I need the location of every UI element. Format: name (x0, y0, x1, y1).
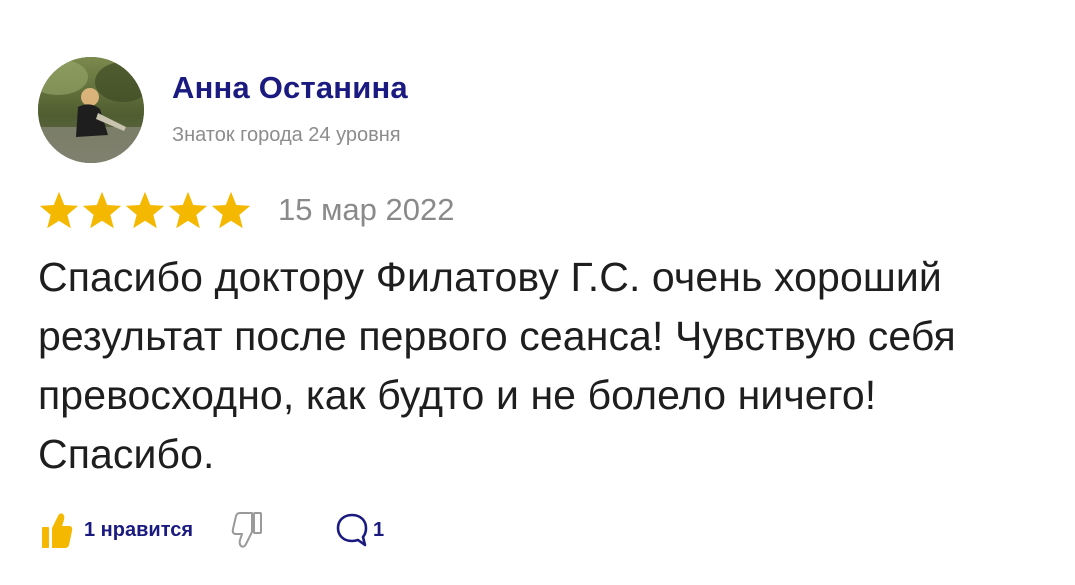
like-button[interactable]: 1 нравится (40, 510, 193, 550)
author-level: Знаток города 24 уровня (172, 124, 401, 146)
thumbs-down-icon (231, 512, 263, 548)
avatar-photo-icon (38, 57, 144, 163)
review-text: Спасибо доктору Филатову Г.С. очень хоро… (38, 254, 956, 477)
star-icon (82, 191, 122, 229)
dislike-button[interactable] (231, 510, 263, 550)
comment-count: 1 (373, 518, 385, 541)
thumbs-up-icon (42, 513, 73, 548)
like-count-label: 1 нравится (84, 518, 194, 541)
author-name[interactable]: Анна Останина (172, 70, 408, 106)
comment-button[interactable]: 1 (335, 512, 384, 548)
star-icon (211, 191, 251, 229)
review-card: Анна Останина Знаток города 24 уровня 15… (0, 0, 1075, 585)
rating-stars (38, 190, 252, 230)
review-date: 15 мар 2022 (278, 192, 455, 227)
star-icon (39, 191, 79, 229)
rating-row: 15 мар 2022 (38, 190, 454, 230)
star-icon (125, 191, 165, 229)
star-icon (168, 191, 208, 229)
review-actions: 1 нравится 1 (40, 508, 384, 552)
comment-icon (336, 513, 368, 547)
author-avatar[interactable] (38, 57, 144, 163)
